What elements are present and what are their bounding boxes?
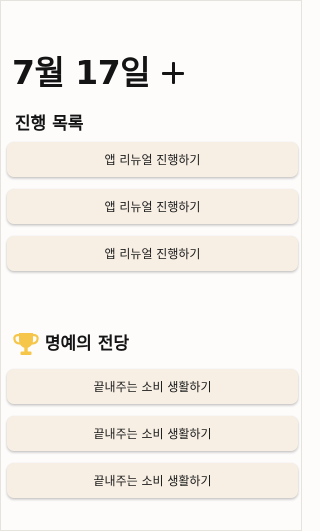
progress-item[interactable]: 앱 리뉴얼 진행하기 [7,142,298,177]
date-header: 7월 17일 [12,53,186,93]
plus-icon[interactable] [160,60,186,86]
hall-of-fame-item[interactable]: 끝내주는 소비 생활하기 [7,463,298,498]
hall-of-fame-header: 명예의 전당 [12,329,129,359]
hall-of-fame-item[interactable]: 끝내주는 소비 생활하기 [7,369,298,404]
trophy-icon [13,333,39,355]
hall-of-fame-item[interactable]: 끝내주는 소비 생활하기 [7,416,298,451]
hall-of-fame-title: 명예의 전당 [45,334,130,354]
progress-item[interactable]: 앱 리뉴얼 진행하기 [7,189,298,224]
progress-item[interactable]: 앱 리뉴얼 진행하기 [7,236,298,271]
progress-section-title: 진행 목록 [15,114,84,134]
date-title: 7월 17일 [12,53,151,92]
